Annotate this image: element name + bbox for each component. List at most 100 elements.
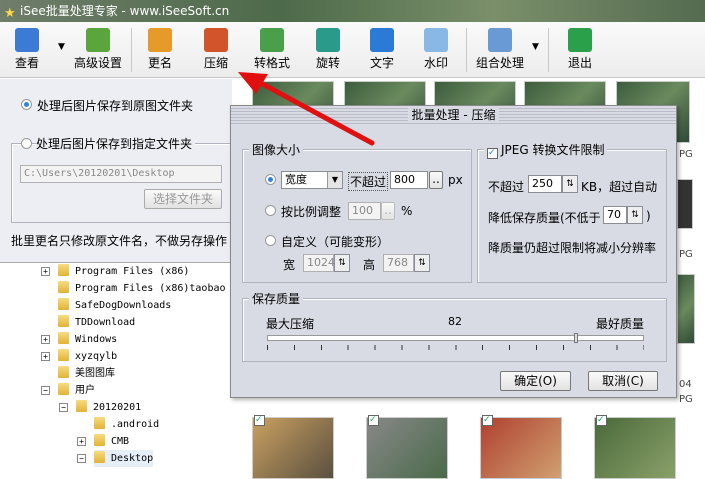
specified-folder-group — [11, 143, 232, 223]
thumbnail[interactable] — [480, 417, 562, 479]
folder-icon — [58, 264, 69, 276]
expand-icon[interactable]: + — [41, 352, 50, 361]
folder-icon — [58, 315, 69, 327]
tree-item[interactable]: .android — [94, 416, 159, 433]
ok-button[interactable]: 确定(O) — [500, 371, 571, 391]
custom-radio[interactable] — [265, 235, 276, 246]
size-limit-spinner[interactable]: ⇅ — [562, 175, 578, 193]
collapse-icon[interactable]: − — [41, 386, 50, 395]
expand-icon[interactable]: + — [41, 267, 50, 276]
chevron-down-icon: ▼ — [327, 172, 342, 188]
convert-format-icon — [260, 28, 284, 52]
thumbnail-label: PG — [679, 149, 693, 160]
rename-note: 批里更名只修改原文件名，不做另存操作 — [11, 234, 228, 248]
limit-prefix: 不超过 — [488, 180, 525, 194]
tree-item[interactable]: 用户 — [58, 382, 95, 399]
jpeg-limit-checkbox[interactable]: ✓ — [487, 148, 498, 159]
title-bar: ★ iSee批量处理专家 - www.iSeeSoft.cn — [0, 0, 705, 22]
scale-value-input[interactable]: 100 — [348, 202, 381, 220]
view-button[interactable]: 查看 — [10, 26, 44, 74]
best-quality-label: 最好质量 — [596, 317, 645, 331]
thumbnail-label: PG — [679, 394, 693, 405]
view-icon — [15, 28, 39, 52]
scale-more-button[interactable]: .. — [381, 202, 395, 220]
choose-folder-button[interactable]: 选择文件夹 — [144, 189, 222, 209]
thumbnail-checkbox[interactable]: ✓ — [254, 415, 265, 426]
combo-process-icon — [488, 28, 512, 52]
reduce-resolution-note: 降质量仍超过限制将减小分辨率 — [488, 241, 657, 255]
jpeg-limit-title: ✓ JPEG 转换文件限制 — [484, 141, 608, 159]
rename-button[interactable]: 更名 — [142, 26, 178, 74]
scale-label: 按比例调整 — [281, 205, 342, 219]
thumbnail[interactable] — [252, 417, 334, 479]
exit-icon — [568, 28, 592, 52]
thumbnail[interactable] — [677, 274, 695, 344]
close-paren: ) — [646, 209, 651, 223]
min-quality-spinner[interactable]: ⇅ — [627, 206, 643, 224]
rename-icon — [148, 28, 172, 52]
thumbnail-checkbox[interactable]: ✓ — [482, 415, 493, 426]
toolbar: 查看 ▼ 高级设置 更名 压缩 转格式 旋转 文字 水印 组合处理 ▼ 退出 — [0, 22, 705, 78]
tree-item-selected[interactable]: Desktop — [94, 450, 154, 467]
quality-slider-thumb[interactable] — [574, 333, 579, 343]
height-spinner[interactable]: ⇅ — [414, 254, 430, 272]
image-size-group-title: 图像大小 — [249, 141, 304, 158]
tree-item[interactable]: xyzqylb — [58, 348, 117, 365]
dimension-value-input[interactable]: 800 — [390, 171, 428, 189]
folder-path-input[interactable]: C:\Users\20120201\Desktop — [20, 165, 222, 183]
width-input[interactable]: 1024 — [303, 254, 335, 272]
limit-suffix: KB，超过自动 — [581, 180, 658, 194]
height-input[interactable]: 768 — [383, 254, 414, 272]
cancel-button[interactable]: 取消(C) — [588, 371, 658, 391]
folder-tree[interactable]: + Program Files (x86) Program Files (x86… — [0, 262, 232, 469]
thumbnail-checkbox[interactable]: ✓ — [368, 415, 379, 426]
exit-button[interactable]: 退出 — [562, 26, 598, 74]
scale-radio[interactable] — [265, 205, 276, 216]
tree-item[interactable]: 美图图库 — [58, 365, 115, 382]
dimension-select[interactable]: 宽度 ▼ — [281, 171, 343, 189]
expand-icon[interactable]: + — [77, 437, 86, 446]
watermark-button[interactable]: 水印 — [418, 26, 454, 74]
convert-format-button[interactable]: 转格式 — [250, 26, 294, 74]
width-spinner[interactable]: ⇅ — [334, 254, 350, 272]
text-button[interactable]: 文字 — [364, 26, 400, 74]
expand-icon[interactable]: + — [41, 335, 50, 344]
dialog-title-bar[interactable]: 批量处理 - 压缩 — [231, 106, 676, 124]
thumbnail[interactable] — [594, 417, 676, 479]
save-specified-radio[interactable] — [21, 138, 32, 149]
min-quality-input[interactable]: 70 — [603, 206, 627, 224]
compress-icon — [204, 28, 228, 52]
thumbnail-checkbox[interactable]: ✓ — [596, 415, 607, 426]
quality-slider-track[interactable] — [267, 335, 644, 341]
collapse-icon[interactable]: − — [59, 403, 68, 412]
size-limit-input[interactable]: 250 — [528, 175, 562, 193]
rotate-button[interactable]: 旋转 — [310, 26, 346, 74]
dimension-more-button[interactable]: .. — [429, 171, 443, 189]
advanced-settings-button[interactable]: 高级设置 — [72, 26, 124, 74]
compress-button[interactable]: 压缩 — [198, 26, 234, 74]
tree-item[interactable]: 20120201 — [76, 399, 141, 416]
tree-item[interactable]: TDDownload — [58, 314, 135, 331]
tree-item[interactable]: Program Files (x86)taobao — [58, 280, 226, 297]
combo-process-button[interactable]: 组合处理 — [472, 26, 528, 74]
collapse-icon[interactable]: − — [77, 454, 86, 463]
tree-item[interactable]: CMB — [94, 433, 129, 450]
tree-item[interactable]: Program Files (x86) — [58, 263, 189, 280]
thumbnail[interactable] — [366, 417, 448, 479]
thumbnail-label: 04 — [679, 379, 692, 390]
quality-value: 82 — [448, 315, 462, 328]
save-quality-title: 保存质量 — [249, 290, 304, 307]
divider — [548, 28, 549, 72]
save-original-radio[interactable] — [21, 99, 32, 110]
view-dropdown-icon[interactable]: ▼ — [58, 42, 65, 52]
dimension-radio[interactable] — [265, 174, 276, 185]
divider — [131, 28, 132, 72]
thumbnail-label: PG — [679, 249, 693, 260]
window-title: iSee批量处理专家 - www.iSeeSoft.cn — [20, 4, 230, 18]
thumbnail[interactable] — [677, 179, 693, 229]
text-icon — [370, 28, 394, 52]
tree-item[interactable]: Windows — [58, 331, 117, 348]
tree-item[interactable]: SafeDogDownloads — [58, 297, 171, 314]
combo-dropdown-icon[interactable]: ▼ — [532, 42, 539, 52]
folder-icon — [94, 451, 105, 463]
